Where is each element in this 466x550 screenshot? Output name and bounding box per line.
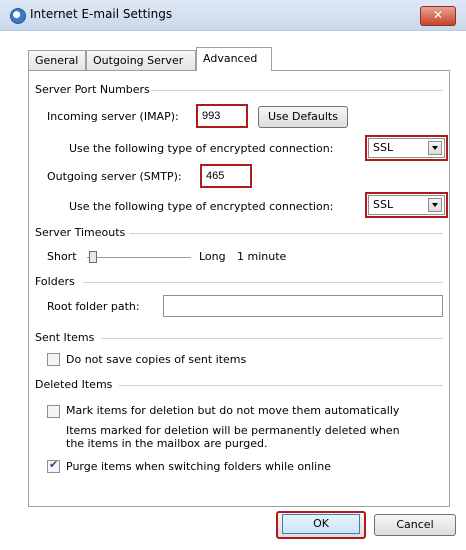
do-not-save-label: Do not save copies of sent items [66,353,247,366]
sent-items-group-title: Sent Items [35,331,95,344]
purge-items-label: Purge items when switching folders while… [66,460,331,473]
encryption-label-smtp: Use the following type of encrypted conn… [69,200,334,213]
deletion-info-line2: the items in the mailbox are purged. [66,437,268,450]
folders-group-title: Folders [35,275,75,288]
deletion-info-line1: Items marked for deletion will be perman… [66,424,400,437]
tab-outgoing-server[interactable]: Outgoing Server [86,50,196,70]
outlook-icon [10,8,26,24]
outgoing-port-input[interactable] [200,164,252,188]
do-not-save-checkbox[interactable] [47,353,60,366]
cancel-button[interactable]: Cancel [374,514,456,536]
purge-items-checkbox[interactable] [47,458,60,473]
tab-general[interactable]: General [28,50,86,70]
timeout-value-label: 1 minute [237,250,287,263]
timeout-slider-track[interactable] [87,257,191,258]
select-value: SSL [373,198,394,211]
encryption-select-smtp[interactable]: SSL [368,195,445,215]
dialog-button-bar: OK Cancel [0,505,466,550]
deleted-items-group-title: Deleted Items [35,378,113,391]
server-ports-group-title: Server Port Numbers [35,83,150,96]
mark-for-deletion-label: Mark items for deletion but do not move … [66,404,400,417]
timeout-short-label: Short [47,250,77,263]
mark-for-deletion-checkbox[interactable] [47,405,60,418]
divider [129,233,443,234]
chevron-down-icon[interactable] [428,141,442,155]
timeout-slider-thumb[interactable] [89,251,97,263]
timeouts-group-title: Server Timeouts [35,226,126,239]
title-bar: Internet E-mail Settings ✕ [0,0,466,31]
root-folder-label: Root folder path: [47,300,140,313]
ok-label: OK [282,514,360,534]
email-settings-dialog: Internet E-mail Settings ✕ General Outgo… [0,0,466,550]
incoming-port-input[interactable] [196,104,248,128]
divider [101,338,443,339]
advanced-panel: Server Port Numbers Incoming server (IMA… [28,70,450,507]
use-defaults-button[interactable]: Use Defaults [258,106,348,128]
outgoing-server-label: Outgoing server (SMTP): [47,170,182,183]
divider [119,385,443,386]
divider [151,90,443,91]
chevron-down-icon[interactable] [428,198,442,212]
ok-button[interactable]: OK [276,511,366,539]
timeout-long-label: Long [199,250,226,263]
window-title: Internet E-mail Settings [30,7,173,21]
incoming-server-label: Incoming server (IMAP): [47,110,179,123]
encryption-label-imap: Use the following type of encrypted conn… [69,142,334,155]
tab-advanced[interactable]: Advanced [196,47,272,71]
encryption-select-imap[interactable]: SSL [368,138,445,158]
close-button[interactable]: ✕ [420,6,456,26]
root-folder-input[interactable] [163,295,443,317]
select-value: SSL [373,141,394,154]
divider [83,282,443,283]
